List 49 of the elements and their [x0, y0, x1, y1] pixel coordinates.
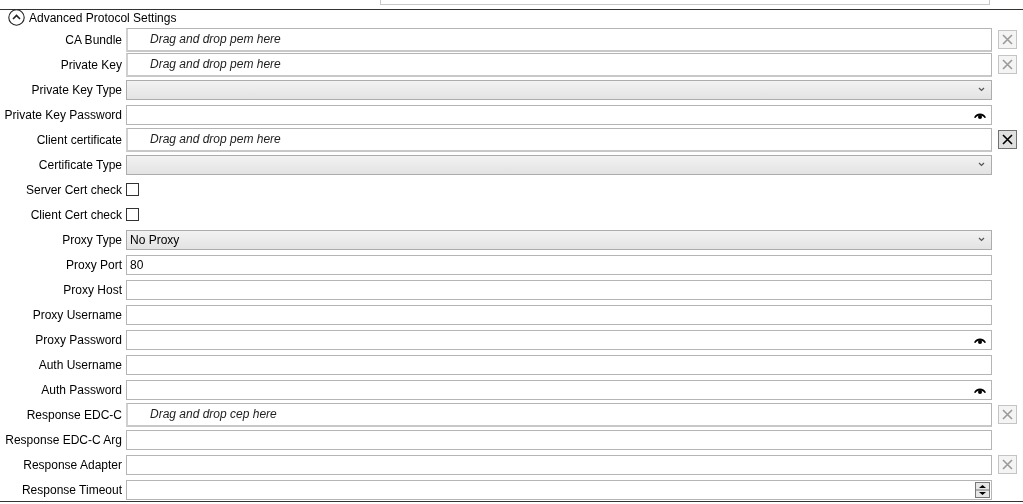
field-label: Response EDC-C [25, 407, 122, 422]
checkbox[interactable] [126, 208, 139, 221]
chevron-down-icon [978, 237, 985, 242]
field-label: Private Key [59, 57, 122, 72]
field-label: Response Timeout [20, 482, 122, 497]
dropdown[interactable] [126, 79, 992, 100]
dropdown[interactable]: No Proxy [126, 229, 992, 250]
field-label: Response EDC-C Arg [4, 432, 122, 447]
close-icon [1002, 59, 1013, 70]
chevron-down-icon [978, 162, 985, 167]
section-title: Advanced Protocol Settings [29, 10, 177, 25]
close-icon [1002, 134, 1013, 145]
field-label: Certificate Type [37, 157, 122, 172]
spin-arrows-icon[interactable] [975, 481, 990, 498]
password-field[interactable] [126, 329, 992, 350]
close-icon [1002, 459, 1013, 470]
drop-hint: Drag and drop pem here [150, 32, 281, 46]
field-label: Auth Password [40, 382, 122, 397]
close-icon [1002, 34, 1013, 45]
collapse-toggle[interactable] [8, 9, 25, 26]
number-field[interactable] [126, 479, 992, 500]
field-label: Private Key Password [3, 107, 122, 122]
drop-hint: Drag and drop pem here [150, 57, 281, 71]
field-label: Response Adapter [22, 457, 122, 472]
password-field[interactable] [126, 379, 992, 400]
drop-hint: Drag and drop cep here [150, 407, 277, 421]
field-label: Proxy Username [31, 307, 122, 322]
field-label: Server Cert check [24, 182, 122, 197]
dropdown[interactable] [126, 154, 992, 175]
field-label: CA Bundle [64, 32, 122, 47]
drop-zone[interactable]: Drag and drop cep here [126, 402, 992, 427]
text-field[interactable]: 80 [126, 254, 992, 275]
drop-zone[interactable]: Drag and drop pem here [126, 127, 992, 152]
field-label: Client Cert check [29, 207, 122, 222]
field-label: Proxy Type [61, 232, 122, 247]
field-label: Private Key Type [30, 82, 122, 97]
close-icon [1002, 409, 1013, 420]
password-field[interactable] [126, 104, 992, 125]
chevron-down-icon [978, 87, 985, 92]
field-label: Proxy Password [34, 332, 122, 347]
drop-zone[interactable]: Drag and drop pem here [126, 52, 992, 77]
field-label: Proxy Host [62, 282, 122, 297]
clear-button[interactable] [998, 130, 1017, 149]
field-label: Client certificate [35, 132, 122, 147]
checkbox[interactable] [126, 183, 139, 196]
drop-hint: Drag and drop pem here [150, 132, 281, 146]
drop-zone[interactable]: Drag and drop pem here [126, 27, 992, 52]
field-label: Auth Username [37, 357, 122, 372]
field-label: Proxy Port [65, 257, 122, 272]
